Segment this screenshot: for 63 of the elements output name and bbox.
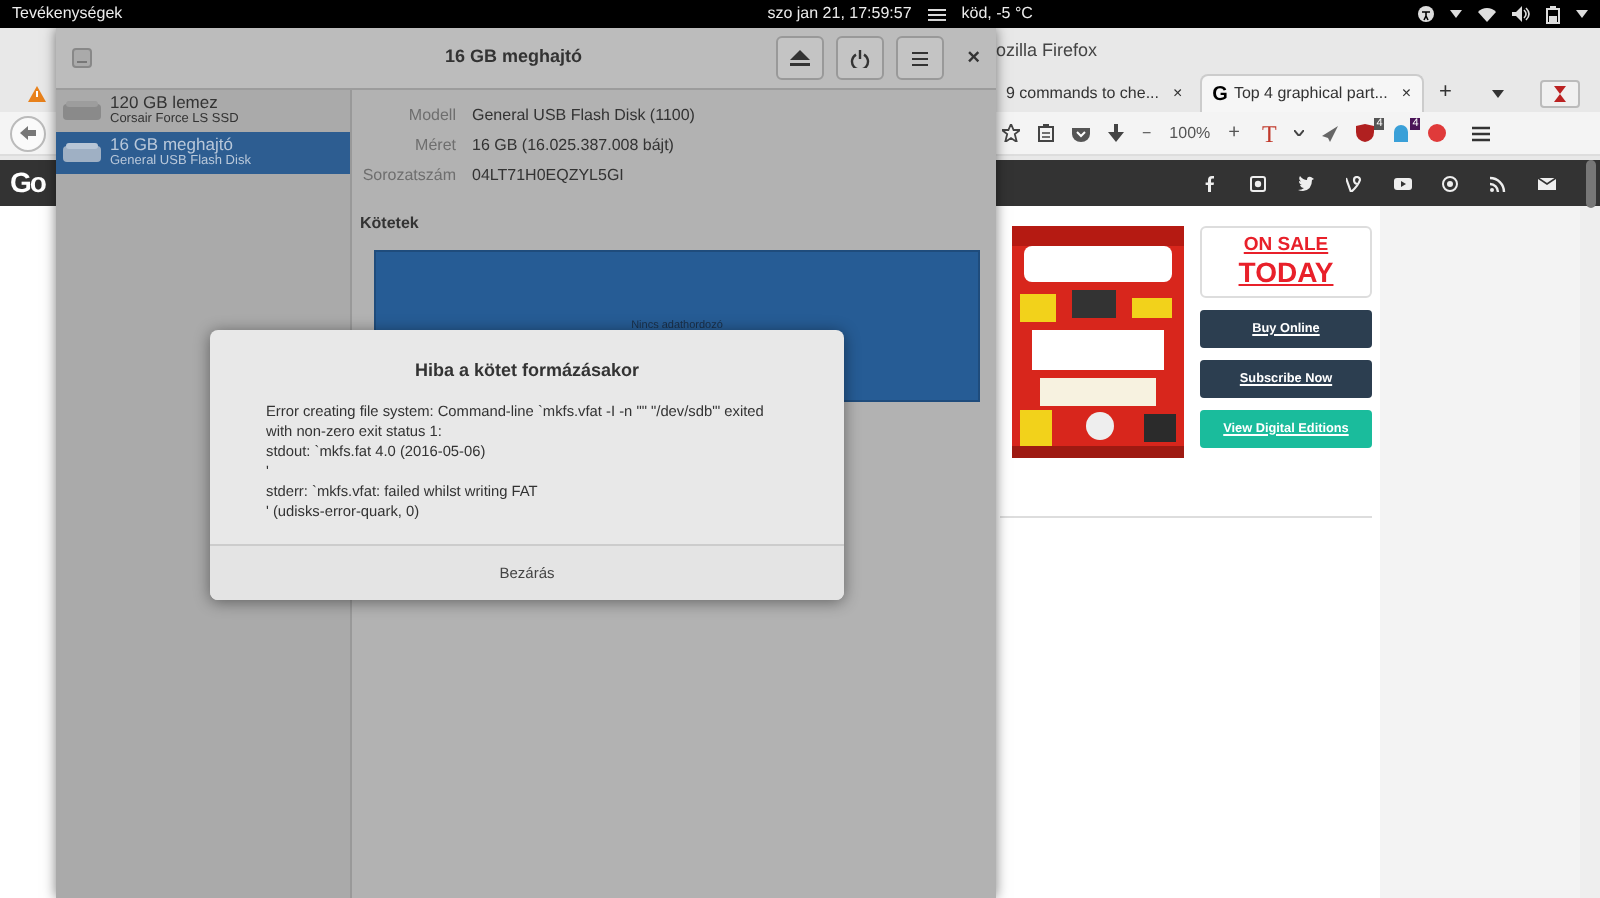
- menu-button[interactable]: [895, 36, 944, 80]
- field-label: Modell: [406, 103, 456, 127]
- weather-text[interactable]: köd, -5 °C: [961, 2, 1033, 26]
- pocket-icon[interactable]: [1072, 125, 1090, 141]
- clock-text[interactable]: szo jan 21, 17:59:57: [767, 2, 912, 26]
- browser-tab[interactable]: G Top 4 graphical part... ×: [1200, 74, 1424, 112]
- field-value: General USB Flash Disk (1100): [472, 103, 695, 127]
- pinterest-icon[interactable]: [1442, 175, 1460, 191]
- shield-icon[interactable]: [1356, 124, 1375, 142]
- star-icon[interactable]: [1002, 124, 1020, 142]
- back-button[interactable]: [10, 115, 46, 151]
- sale-subline: TODAY: [1238, 257, 1334, 288]
- field-value: 16 GB (16.025.387.008 bájt): [472, 133, 674, 157]
- zoom-level-button[interactable]: 100%: [1169, 121, 1211, 145]
- zoom-in-button[interactable]: +: [1228, 118, 1240, 148]
- mail-icon[interactable]: [1538, 175, 1556, 191]
- eject-icon: [789, 49, 810, 67]
- download-icon[interactable]: [1108, 124, 1124, 142]
- battery-icon[interactable]: [1546, 5, 1560, 23]
- wifi-icon[interactable]: [1478, 6, 1496, 22]
- caret-icon[interactable]: [1491, 89, 1504, 97]
- facebook-icon[interactable]: [1202, 175, 1220, 191]
- hourglass-button[interactable]: [1539, 79, 1580, 107]
- send-icon[interactable]: [1322, 125, 1339, 141]
- menu-icon[interactable]: [1472, 125, 1491, 141]
- section-heading: Kötetek: [360, 212, 421, 236]
- eject-button[interactable]: [775, 36, 824, 80]
- scrollbar-track[interactable]: [1580, 206, 1600, 898]
- power-button[interactable]: [835, 36, 884, 80]
- accessibility-icon[interactable]: [1418, 6, 1434, 22]
- scrollbar-thumb[interactable]: [1586, 160, 1596, 208]
- sale-banner[interactable]: ON SALE TODAY: [1200, 226, 1372, 298]
- window-title: 16 GB meghajtó: [443, 44, 585, 71]
- hourglass-icon: [1553, 85, 1566, 101]
- instagram-icon[interactable]: [1250, 175, 1268, 191]
- field-label: Méret: [413, 133, 456, 157]
- rss-icon[interactable]: [1490, 175, 1508, 191]
- youtube-icon[interactable]: [1394, 175, 1412, 191]
- close-button[interactable]: ×: [967, 41, 980, 75]
- field-value: 04LT71H0EQZYL5GI: [472, 163, 624, 187]
- warning-icon[interactable]: [28, 85, 46, 101]
- site-logo[interactable]: Go: [10, 162, 45, 204]
- field-label: Sorozatszám: [360, 163, 456, 187]
- back-arrow-icon: [20, 126, 36, 140]
- new-tab-button[interactable]: +: [1439, 76, 1452, 110]
- drive-icon: [62, 100, 102, 122]
- twitter-icon[interactable]: [1298, 175, 1316, 191]
- activities-button[interactable]: Tevékenységek: [12, 2, 123, 26]
- volume-icon[interactable]: [1512, 6, 1530, 22]
- text-tool-button[interactable]: T: [1261, 115, 1277, 151]
- clipboard-icon[interactable]: [1038, 124, 1054, 142]
- drive-icon: [62, 142, 102, 164]
- zoom-out-button[interactable]: −: [1142, 121, 1152, 145]
- vine-icon[interactable]: [1346, 175, 1364, 191]
- menu-icon: [909, 49, 930, 67]
- window-title: ozilla Firefox: [996, 37, 1098, 64]
- browser-tab[interactable]: 9 commands to che... ×: [996, 74, 1193, 112]
- power-icon: [849, 49, 870, 67]
- caret-icon[interactable]: [1450, 10, 1462, 18]
- caret-icon[interactable]: [1576, 10, 1588, 18]
- dialog-title: Hiba a kötet formázásakor: [412, 358, 642, 384]
- sale-headline: ON SALE: [1243, 236, 1329, 258]
- caret-icon[interactable]: [1294, 130, 1305, 136]
